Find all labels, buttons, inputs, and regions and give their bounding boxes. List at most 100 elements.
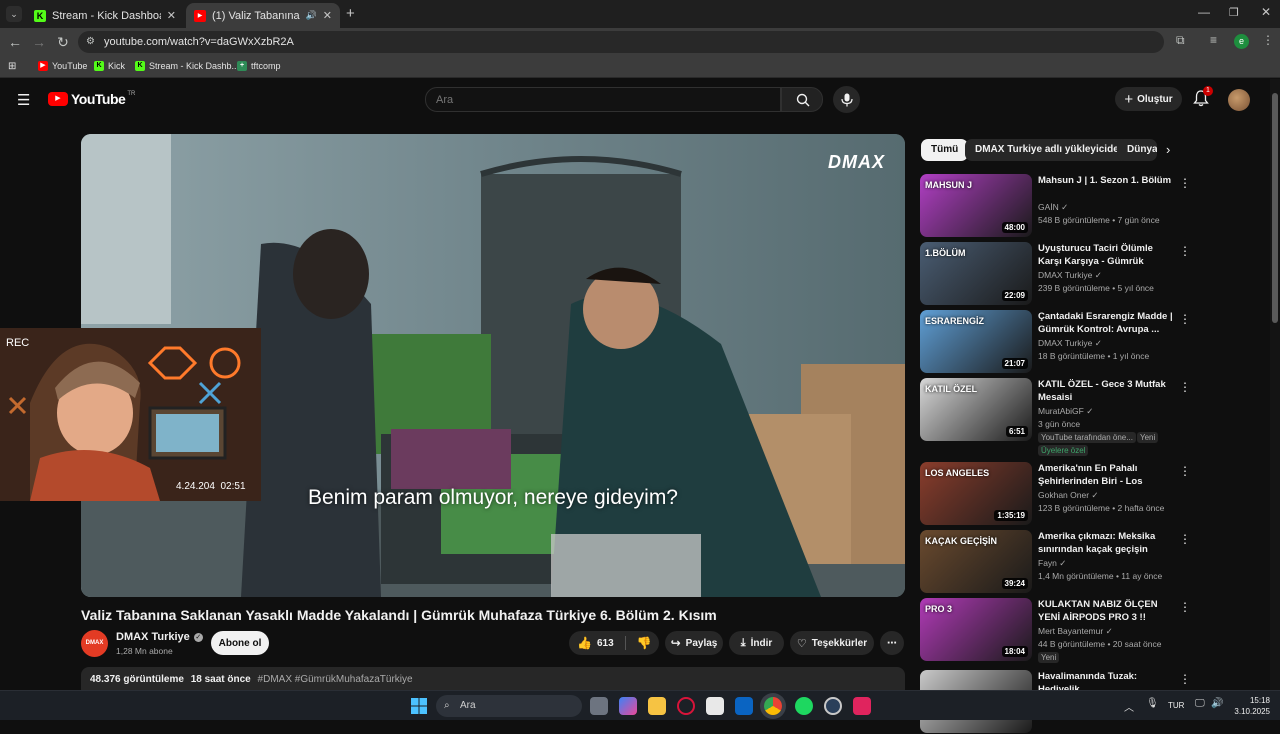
more-options-icon[interactable]: ⋮ — [1179, 672, 1191, 686]
recommended-channel-name[interactable]: MuratAbiGF ✓ — [1038, 406, 1093, 417]
audio-playing-icon[interactable]: 🔊 — [306, 10, 317, 21]
bookmark-kick[interactable]: K Kick — [94, 61, 125, 71]
more-options-icon[interactable]: ⋮ — [1179, 312, 1191, 326]
recommended-video[interactable]: ESRARENGİZ 21:07 Çantadaki Esrarengiz Madd… — [920, 310, 1270, 374]
close-window-button[interactable]: ✕ — [1261, 5, 1271, 19]
volume-icon[interactable]: 🔊 — [1211, 698, 1223, 709]
video-thumbnail[interactable]: ESRARENGİZ 21:07 — [920, 310, 1032, 373]
input-language[interactable]: TUR — [1168, 701, 1184, 710]
chip-world[interactable]: Dünya — [1117, 139, 1157, 161]
more-options-icon[interactable]: ⋮ — [1179, 380, 1191, 394]
back-button[interactable]: ← — [7, 34, 23, 50]
create-button[interactable]: + Oluştur — [1115, 87, 1182, 111]
tray-overflow-icon[interactable]: ︿ — [1124, 699, 1134, 714]
forward-button[interactable]: → — [31, 34, 47, 50]
hamburger-menu-icon[interactable]: ☰ — [17, 91, 30, 109]
taskbar-search[interactable]: ⌕ Ara — [436, 695, 582, 717]
copilot-icon[interactable] — [619, 697, 637, 715]
restore-window-button[interactable]: ❐ — [1229, 6, 1239, 19]
tab-youtube-active[interactable]: ▶ (1) Valiz Tabanına Saklanan 🔊 ✕ — [186, 3, 340, 28]
tray-mic-icon[interactable]: 🎙 — [1146, 698, 1159, 709]
steam-icon[interactable] — [824, 697, 842, 715]
recommended-channel-name[interactable]: Gokhan Oner ✓ — [1038, 490, 1099, 501]
video-thumbnail[interactable]: KAÇAK GEÇİŞİN 39:24 — [920, 530, 1032, 593]
subscribe-button[interactable]: Abone ol — [211, 631, 269, 655]
search-button[interactable] — [781, 87, 823, 112]
video-thumbnail[interactable]: 1.BÖLÜM 22:09 — [920, 242, 1032, 305]
video-thumbnail[interactable]: LOS ANGELES 1:35:19 — [920, 462, 1032, 525]
account-avatar[interactable] — [1228, 89, 1250, 111]
outlook-icon[interactable] — [735, 697, 753, 715]
reload-button[interactable]: ↻ — [55, 34, 71, 50]
more-options-icon[interactable]: ⋮ — [1179, 600, 1191, 614]
recommended-video[interactable]: KATIL ÖZEL 6:51 KATIL ÖZEL - Gece 3 Mutfak… — [920, 378, 1270, 456]
recommended-video-title[interactable]: KULAKTAN NABIZ ÖLÇEN YENİ AİRPODS PRO 3 … — [1038, 598, 1174, 624]
store-icon[interactable] — [706, 697, 724, 715]
recommended-video-title[interactable]: KATIL ÖZEL - Gece 3 Mutfak Mesaisi — [1038, 378, 1174, 404]
scrollbar-thumb[interactable] — [1272, 93, 1278, 323]
recommended-video[interactable]: MAHSUN J 48:00 Mahsun J | 1. Sezon 1. Bölü… — [920, 174, 1270, 238]
browser-menu-icon[interactable]: ⋮ — [1262, 33, 1274, 47]
spotify-icon[interactable] — [795, 697, 813, 715]
windows-start-icon[interactable] — [410, 697, 428, 715]
profile-avatar[interactable]: e — [1234, 34, 1249, 49]
video-thumbnail[interactable]: PRO 3 18:04 — [920, 598, 1032, 661]
recommended-channel-name[interactable]: Fayn ✓ — [1038, 558, 1066, 569]
chip-from-uploader[interactable]: DMAX Turkiye adlı yükleyiciden — [965, 139, 1135, 161]
recommended-video-title[interactable]: Mahsun J | 1. Sezon 1. Bölüm — [1038, 174, 1174, 187]
bookmark-tftcomp[interactable]: + tftcomp — [237, 61, 281, 71]
channel-name[interactable]: DMAX Turkiye ✓ — [116, 631, 203, 643]
recommended-video[interactable]: KAÇAK GEÇİŞİN 39:24 Amerika çıkmazı: Meksi… — [920, 530, 1270, 594]
download-button[interactable]: ⤓ İndir — [729, 631, 784, 655]
more-options-icon[interactable]: ⋮ — [1179, 244, 1191, 258]
chips-next-icon[interactable]: › — [1166, 142, 1170, 157]
share-button[interactable]: ↪ Paylaş — [665, 631, 723, 655]
more-options-icon[interactable]: ⋮ — [1179, 176, 1191, 190]
minimize-window-button[interactable]: — — [1198, 5, 1210, 19]
file-explorer-icon[interactable] — [648, 697, 666, 715]
video-thumbnail[interactable]: KATIL ÖZEL 6:51 — [920, 378, 1032, 441]
thanks-button[interactable]: ♡ Teşekkürler — [790, 631, 874, 655]
close-tab-icon[interactable]: ✕ — [323, 9, 332, 22]
chip-all[interactable]: Tümü — [921, 139, 969, 161]
recommended-video-title[interactable]: Uyuşturucu Taciri Ölümle Karşı Karşıya -… — [1038, 242, 1174, 268]
recommended-video[interactable]: 1.BÖLÜM 22:09 Uyuşturucu Taciri Ölümle Kar… — [920, 242, 1270, 306]
recommended-video-title[interactable]: Çantadaki Esrarengiz Madde | Gümrük Kont… — [1038, 310, 1174, 336]
video-thumbnail[interactable]: MAHSUN J 48:00 — [920, 174, 1032, 237]
more-actions-button[interactable]: ⋯ — [880, 631, 904, 655]
media-control-icon[interactable]: ≡ — [1210, 33, 1217, 47]
network-icon[interactable]: 🖵 — [1195, 698, 1205, 709]
extensions-icon[interactable]: ⧉ — [1176, 33, 1185, 48]
url-bar[interactable]: ⚙ youtube.com/watch?v=daGWxXzbR2A — [78, 31, 1164, 53]
apps-grid-icon[interactable]: ⊞ — [8, 61, 16, 72]
clock[interactable]: 15:18 3.10.2025 — [1230, 695, 1270, 717]
recommended-video-title[interactable]: Amerika çıkmazı: Meksika sınırından kaça… — [1038, 530, 1174, 556]
recommended-video[interactable]: PRO 3 18:04 KULAKTAN NABIZ ÖLÇEN YENİ AİRP… — [920, 598, 1270, 663]
pinned-app-icon[interactable] — [853, 697, 871, 715]
channel-avatar[interactable]: DMAX — [81, 630, 108, 657]
tab-search-button[interactable]: ⌄ — [6, 6, 22, 22]
recommended-channel-name[interactable]: DMAX Turkiye ✓ — [1038, 270, 1102, 281]
close-tab-icon[interactable]: ✕ — [167, 9, 176, 22]
recommended-channel-name[interactable]: Mert Bayantemur ✓ — [1038, 626, 1113, 637]
youtube-logo[interactable]: ▶ YouTube TR — [48, 91, 135, 107]
bookmark-stream-kick[interactable]: K Stream - Kick Dashb... — [135, 61, 239, 71]
new-tab-button[interactable]: + — [346, 5, 355, 22]
recommended-channel-name[interactable]: GAİN ✓ — [1038, 202, 1068, 213]
more-options-icon[interactable]: ⋮ — [1179, 532, 1191, 546]
recommended-video[interactable]: LOS ANGELES 1:35:19 Amerika'nın En Pahalı … — [920, 462, 1270, 526]
recommended-channel-name[interactable]: DMAX Turkiye ✓ — [1038, 338, 1102, 349]
task-view-icon[interactable] — [590, 697, 608, 715]
recommended-video-title[interactable]: Amerika'nın En Pahalı Şehirlerinden Biri… — [1038, 462, 1174, 488]
bookmark-youtube[interactable]: ▶ YouTube — [38, 61, 87, 71]
opera-icon[interactable] — [677, 697, 695, 715]
like-button[interactable]: 👍 613 — [577, 636, 614, 650]
chrome-icon[interactable] — [764, 697, 782, 715]
tab-kick-dashboard[interactable]: K Stream - Kick Dashboard ✕ — [26, 3, 184, 28]
dislike-button[interactable]: 👎 — [637, 636, 652, 650]
search-input[interactable] — [425, 87, 781, 112]
page-scrollbar[interactable] — [1270, 79, 1280, 690]
more-options-icon[interactable]: ⋮ — [1179, 464, 1191, 478]
notifications-button[interactable]: 1 — [1193, 86, 1213, 112]
site-info-icon[interactable]: ⚙ — [86, 31, 95, 53]
